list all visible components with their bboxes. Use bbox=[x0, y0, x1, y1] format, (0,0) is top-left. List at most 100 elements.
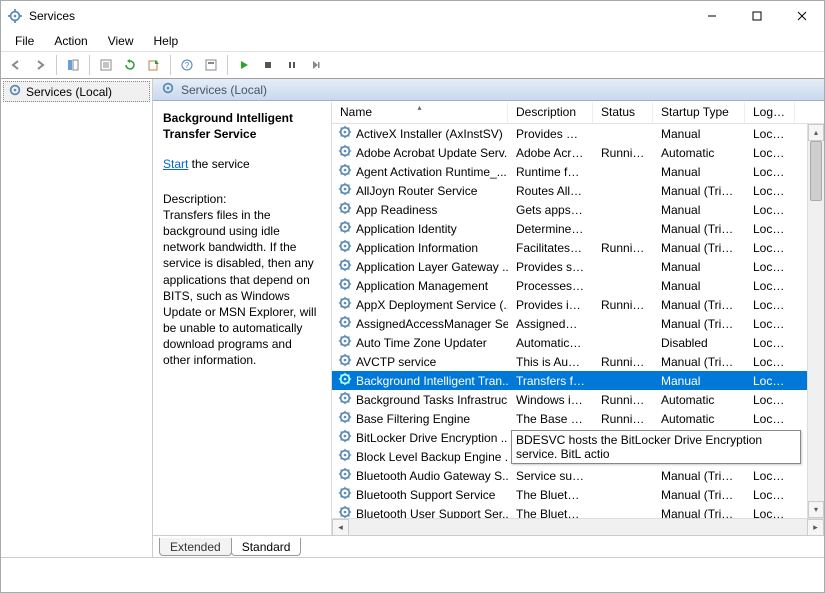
service-description: Provides su... bbox=[508, 260, 593, 274]
start-service-button[interactable] bbox=[233, 54, 255, 76]
svg-text:?: ? bbox=[185, 61, 190, 70]
service-row[interactable]: Bluetooth Support ServiceThe Bluetoo...M… bbox=[332, 485, 824, 504]
tree-root-services-local[interactable]: Services (Local) bbox=[3, 81, 150, 102]
service-name: Application Management bbox=[356, 279, 488, 293]
show-hide-tree-button[interactable] bbox=[62, 54, 84, 76]
column-name[interactable]: Name▴ bbox=[332, 102, 508, 123]
start-link[interactable]: Start bbox=[163, 157, 188, 171]
service-row[interactable]: Auto Time Zone Updater Automatica... Disab… bbox=[332, 333, 824, 352]
service-description: AssignedAc... bbox=[508, 317, 593, 331]
service-log-on: Local Sy bbox=[745, 298, 795, 312]
service-row[interactable]: App ReadinessGets apps re...ManualLocal … bbox=[332, 200, 824, 219]
prop-sheet-button[interactable] bbox=[200, 54, 222, 76]
menu-help[interactable]: Help bbox=[144, 32, 189, 50]
minimize-button[interactable] bbox=[689, 2, 734, 31]
service-row[interactable]: Agent Activation Runtime_...Runtime for.… bbox=[332, 162, 824, 181]
service-row[interactable]: Application ManagementProcesses in...Man… bbox=[332, 276, 824, 295]
service-name: Application Layer Gateway ... bbox=[356, 260, 508, 274]
gear-icon bbox=[338, 410, 352, 427]
service-startup-type: Manual bbox=[653, 260, 745, 274]
service-name: BitLocker Drive Encryption ... bbox=[356, 431, 508, 445]
scroll-up-button[interactable]: ▴ bbox=[808, 124, 824, 141]
scroll-thumb[interactable] bbox=[810, 141, 822, 201]
service-row[interactable]: Application InformationFacilitates t...R… bbox=[332, 238, 824, 257]
service-startup-type: Disabled bbox=[653, 336, 745, 350]
service-row[interactable]: Application IdentityDetermines ...Manual… bbox=[332, 219, 824, 238]
stop-service-button[interactable] bbox=[257, 54, 279, 76]
service-row[interactable]: Application Layer Gateway ...Provides su… bbox=[332, 257, 824, 276]
service-name: Auto Time Zone Updater bbox=[356, 336, 487, 350]
service-startup-type: Automatic bbox=[653, 146, 745, 160]
gear-icon bbox=[338, 467, 352, 484]
gear-icon bbox=[8, 83, 22, 100]
service-description: Determines ... bbox=[508, 222, 593, 236]
service-description: Service sup... bbox=[508, 469, 593, 483]
service-row[interactable]: Adobe Acrobat Update Serv...Adobe Acro..… bbox=[332, 143, 824, 162]
gear-icon bbox=[338, 182, 352, 199]
window-title: Services bbox=[29, 9, 75, 23]
service-log-on: Local Sy bbox=[745, 279, 795, 293]
service-row[interactable]: AVCTP serviceThis is Audi...RunningManua… bbox=[332, 352, 824, 371]
export-button[interactable] bbox=[143, 54, 165, 76]
service-log-on: Local Se bbox=[745, 336, 795, 350]
maximize-button[interactable] bbox=[734, 2, 779, 31]
service-row[interactable]: Bluetooth User Support Ser...The Bluetoo… bbox=[332, 504, 824, 518]
gear-icon bbox=[338, 429, 352, 446]
console-tree: Services (Local) bbox=[1, 79, 153, 557]
column-status[interactable]: Status bbox=[593, 102, 653, 123]
forward-button[interactable] bbox=[29, 54, 51, 76]
window-controls bbox=[689, 2, 824, 31]
description-panel: Background Intelligent Transfer Service … bbox=[153, 102, 331, 535]
service-log-on: Local Se bbox=[745, 469, 795, 483]
scroll-right-button[interactable]: ▸ bbox=[807, 519, 824, 536]
scroll-down-button[interactable]: ▾ bbox=[808, 501, 824, 518]
description-text: Transfers files in the background using … bbox=[163, 207, 321, 369]
menu-view[interactable]: View bbox=[98, 32, 144, 50]
description-label: Description: bbox=[163, 191, 321, 207]
properties-button[interactable] bbox=[95, 54, 117, 76]
service-status: Running bbox=[593, 412, 653, 426]
service-log-on: Local Sy bbox=[745, 146, 795, 160]
gear-icon bbox=[338, 505, 352, 518]
horizontal-scrollbar[interactable]: ◂ ▸ bbox=[332, 518, 824, 535]
close-button[interactable] bbox=[779, 2, 824, 31]
gear-icon bbox=[338, 353, 352, 370]
service-name: Bluetooth User Support Ser... bbox=[356, 507, 508, 519]
service-startup-type: Manual (Trig... bbox=[653, 507, 745, 519]
service-row[interactable]: AllJoyn Router ServiceRoutes AllJo...Man… bbox=[332, 181, 824, 200]
service-row[interactable]: AssignedAccessManager Se...AssignedAc...… bbox=[332, 314, 824, 333]
column-startup-type[interactable]: Startup Type bbox=[653, 102, 745, 123]
service-name: Application Information bbox=[356, 241, 478, 255]
service-row[interactable]: ActiveX Installer (AxInstSV)Provides Us.… bbox=[332, 124, 824, 143]
service-row[interactable]: AppX Deployment Service (...Provides inf… bbox=[332, 295, 824, 314]
vertical-scrollbar[interactable]: ▴ ▾ bbox=[807, 124, 824, 518]
service-startup-type: Manual (Trig... bbox=[653, 317, 745, 331]
gear-icon bbox=[161, 81, 175, 98]
tab-extended[interactable]: Extended bbox=[159, 538, 232, 556]
column-description[interactable]: Description bbox=[508, 102, 593, 123]
scroll-left-button[interactable]: ◂ bbox=[332, 519, 349, 536]
sort-asc-icon: ▴ bbox=[417, 103, 421, 112]
services-app-icon bbox=[7, 8, 23, 24]
pause-service-button[interactable] bbox=[281, 54, 303, 76]
result-pane-title: Services (Local) bbox=[181, 83, 267, 97]
help-button[interactable]: ? bbox=[176, 54, 198, 76]
service-name: AssignedAccessManager Se... bbox=[356, 317, 508, 331]
service-status: Running bbox=[593, 393, 653, 407]
menu-file[interactable]: File bbox=[5, 32, 44, 50]
column-log-on[interactable]: Log On bbox=[745, 102, 795, 123]
refresh-button[interactable] bbox=[119, 54, 141, 76]
service-row[interactable]: Base Filtering EngineThe Base Fil...Runn… bbox=[332, 409, 824, 428]
gear-icon bbox=[338, 391, 352, 408]
tab-standard[interactable]: Standard bbox=[231, 538, 302, 556]
gear-icon bbox=[338, 220, 352, 237]
service-row[interactable]: Background Intelligent Tran...Transfers … bbox=[332, 371, 824, 390]
service-log-on: Local Sy bbox=[745, 241, 795, 255]
service-row[interactable]: Bluetooth Audio Gateway S...Service sup.… bbox=[332, 466, 824, 485]
service-description: Automatica... bbox=[508, 336, 593, 350]
restart-service-button[interactable] bbox=[305, 54, 327, 76]
service-row[interactable]: Background Tasks Infrastruc...Windows in… bbox=[332, 390, 824, 409]
back-button[interactable] bbox=[5, 54, 27, 76]
menu-action[interactable]: Action bbox=[44, 32, 97, 50]
scroll-track[interactable] bbox=[808, 141, 824, 501]
